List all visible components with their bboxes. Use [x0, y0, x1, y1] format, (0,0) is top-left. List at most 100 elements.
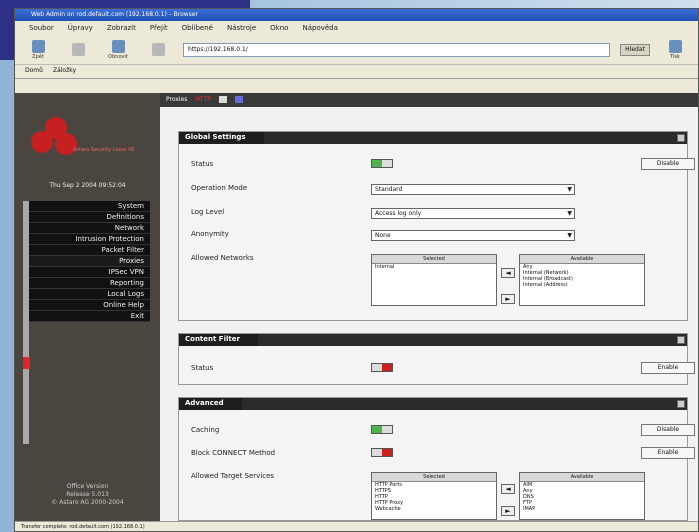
menu-bar: Soubor Úpravy Zobrazit Přejít Oblíbené N… — [15, 21, 698, 35]
breadcrumb-status: HTTP — [195, 96, 211, 103]
chevron-down-icon: ▼ — [567, 186, 572, 193]
sidebar-item-intrusion-protection[interactable]: Intrusion Protection — [29, 234, 150, 245]
caching-disable-button[interactable]: Disable — [641, 424, 695, 436]
anonymity-select[interactable]: None ▼ — [371, 230, 575, 241]
list-header: Selected — [372, 473, 496, 482]
sidebar-item-online-help[interactable]: Online Help — [29, 300, 150, 311]
list-item[interactable]: IMAP — [520, 506, 644, 512]
log-level-label: Log Level — [191, 208, 225, 216]
list-item[interactable]: Webcache — [372, 506, 496, 512]
section-header: Advanced — [179, 398, 687, 410]
add-network-button[interactable]: ◄ — [501, 268, 515, 278]
list-header: Available — [520, 255, 644, 264]
selected-services-list[interactable]: Selected HTTP Ports HTTPS HTTP HTTP Prox… — [371, 472, 497, 520]
help-icon[interactable] — [234, 96, 243, 103]
chevron-down-icon: ▼ — [567, 232, 572, 239]
allowed-networks-label: Allowed Networks — [191, 254, 254, 262]
disable-button[interactable]: Disable — [641, 158, 695, 170]
sidebar-item-ipsec-vpn[interactable]: IPSec VPN — [29, 267, 150, 278]
remove-service-button[interactable]: ► — [501, 506, 515, 516]
section-header: Global Settings — [179, 132, 687, 144]
caching-toggle[interactable] — [371, 425, 393, 434]
list-item[interactable]: Internal — [372, 264, 496, 270]
menu-edit[interactable]: Úpravy — [68, 24, 93, 32]
breadcrumb-bar: Proxies HTTP — [160, 93, 698, 107]
back-arrow-icon — [31, 39, 45, 53]
status-bar: Transfer complete: rod.default.com (192.… — [15, 521, 698, 531]
advanced-section: Advanced Caching Disable Block CONNECT M… — [178, 397, 695, 521]
version-info: Office Version Release 5.013 © Astaro AG… — [51, 483, 124, 506]
search-button[interactable]: Hledat — [620, 43, 650, 56]
sidebar-item-definitions[interactable]: Definitions — [29, 212, 150, 223]
forward-button[interactable] — [63, 42, 93, 57]
sidebar-item-exit[interactable]: Exit — [29, 311, 150, 322]
sidebar: Astaro Security Linux V6 Thu Sep 2 2004 … — [15, 93, 160, 521]
menu-help[interactable]: Nápověda — [302, 24, 337, 32]
filter-status-toggle[interactable] — [371, 363, 393, 372]
bookmarks-link[interactable]: Záložky — [53, 67, 76, 76]
chevron-down-icon: ▼ — [567, 210, 572, 217]
list-header: Available — [520, 473, 644, 482]
reload-icon — [111, 39, 125, 53]
available-networks-list[interactable]: Available Any Internal (Network) Interna… — [519, 254, 645, 306]
menu-bookmarks[interactable]: Oblíbené — [182, 24, 213, 32]
browser-window: Web Admin on rod.default.com (192.168.0.… — [14, 8, 699, 532]
printer-icon — [668, 39, 682, 53]
logo-brand-text: Astaro Security Linux V6 — [73, 147, 135, 153]
system-datetime: Thu Sep 2 2004 09:52:04 — [49, 182, 126, 189]
sidebar-item-packet-filter[interactable]: Packet Filter — [29, 245, 150, 256]
collapse-icon[interactable] — [677, 134, 685, 142]
add-service-button[interactable]: ◄ — [501, 484, 515, 494]
home-link[interactable]: Domů — [25, 67, 43, 76]
remove-network-button[interactable]: ► — [501, 294, 515, 304]
menu-go[interactable]: Přejít — [150, 24, 168, 32]
content-filter-section: Content Filter Status Enable — [178, 333, 695, 385]
menu-file[interactable]: Soubor — [29, 24, 54, 32]
list-item[interactable]: Internal (Address) — [520, 282, 644, 288]
sidebar-item-network[interactable]: Network — [29, 223, 150, 234]
section-title: Advanced — [179, 398, 242, 410]
anonymity-label: Anonymity — [191, 230, 229, 238]
collapse-icon[interactable] — [677, 336, 685, 344]
forward-arrow-icon — [71, 42, 85, 56]
stop-button[interactable] — [143, 42, 173, 57]
available-services-list[interactable]: Available AIM Any DNS FTP IMAP — [519, 472, 645, 520]
back-button[interactable]: Zpět — [23, 39, 53, 60]
menu-tools[interactable]: Nástroje — [227, 24, 256, 32]
sidebar-item-reporting[interactable]: Reporting — [29, 278, 150, 289]
status-label: Status — [191, 160, 214, 168]
block-connect-toggle[interactable] — [371, 448, 393, 457]
log-level-select[interactable]: Access log only ▼ — [371, 208, 575, 219]
section-title: Content Filter — [179, 334, 258, 346]
menu-view[interactable]: Zobrazit — [107, 24, 136, 32]
address-bar[interactable]: https://192.168.0.1/ — [183, 42, 610, 57]
enable-button[interactable]: Enable — [641, 362, 695, 374]
main-content: Proxies HTTP Global Settings Status Disa… — [160, 93, 698, 521]
operation-mode-select[interactable]: Standard ▼ — [371, 184, 575, 195]
astaro-logo: Astaro Security Linux V6 — [31, 111, 141, 167]
block-connect-label: Block CONNECT Method — [191, 449, 276, 457]
selected-networks-list[interactable]: Selected Internal — [371, 254, 497, 306]
active-nav-indicator — [23, 357, 30, 369]
sidebar-item-system[interactable]: System — [29, 201, 150, 212]
personal-toolbar: Domů Záložky — [15, 65, 698, 79]
collapse-icon[interactable] — [677, 400, 685, 408]
caching-label: Caching — [191, 426, 220, 434]
web-admin-app: Astaro Security Linux V6 Thu Sep 2 2004 … — [15, 93, 698, 521]
filter-status-label: Status — [191, 364, 214, 372]
block-connect-enable-button[interactable]: Enable — [641, 447, 695, 459]
print-button[interactable]: Tisk — [660, 39, 690, 60]
global-settings-section: Global Settings Status Disable Operation… — [178, 131, 695, 321]
list-header: Selected — [372, 255, 496, 264]
browser-toolbar: Zpět Obnovit https://192.168.0.1/ Hledat… — [15, 35, 698, 65]
operation-mode-label: Operation Mode — [191, 184, 248, 192]
sidebar-item-proxies[interactable]: Proxies — [29, 256, 150, 267]
sidebar-nav: System Definitions Network Intrusion Pro… — [29, 201, 150, 322]
window-icon[interactable] — [218, 96, 227, 103]
sidebar-item-local-logs[interactable]: Local Logs — [29, 289, 150, 300]
allowed-targets-label: Allowed Target Services — [191, 472, 275, 480]
status-toggle[interactable] — [371, 159, 393, 168]
menu-window[interactable]: Okno — [270, 24, 288, 32]
reload-button[interactable]: Obnovit — [103, 39, 133, 60]
section-header: Content Filter — [179, 334, 687, 346]
